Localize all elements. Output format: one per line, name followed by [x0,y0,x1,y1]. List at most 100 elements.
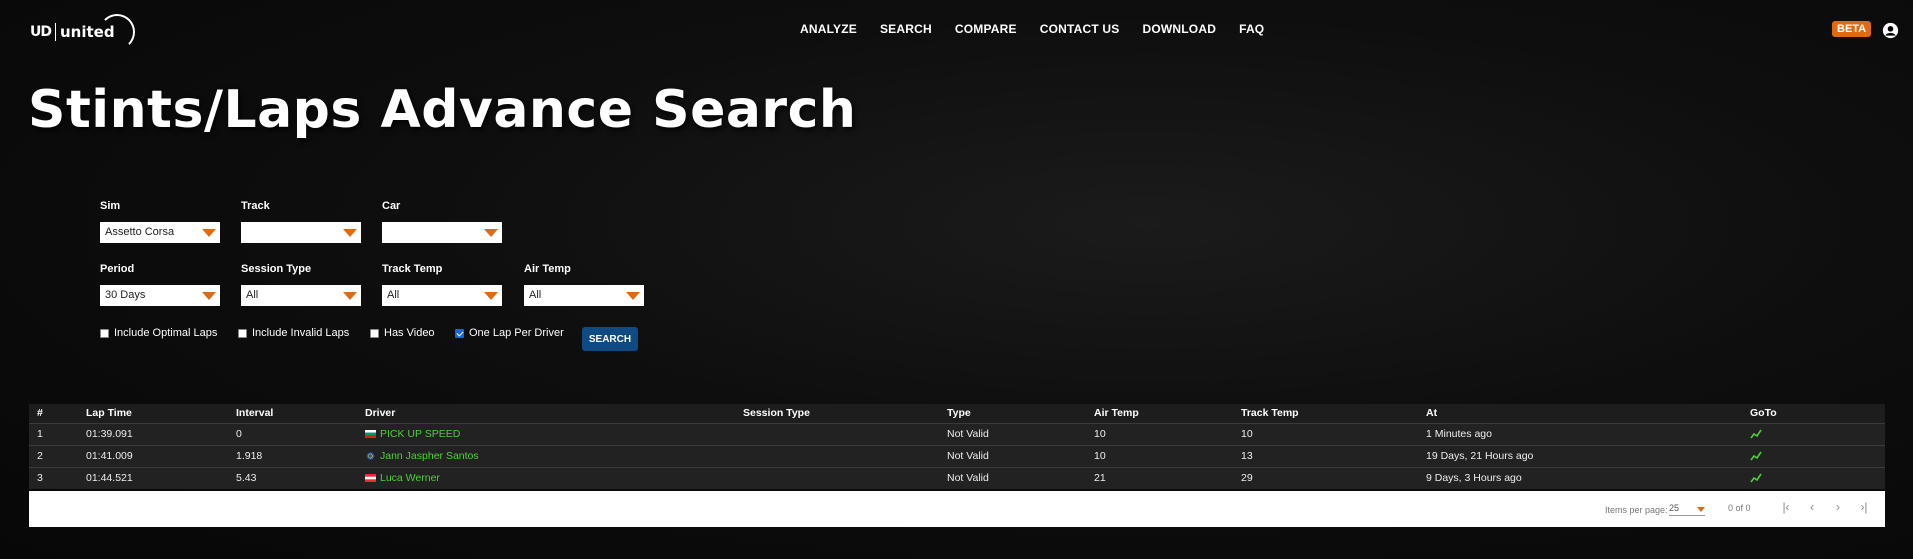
nav-compare[interactable]: COMPARE [955,22,1017,36]
nav-faq[interactable]: FAQ [1239,22,1264,36]
cell-goto[interactable] [1742,467,1885,489]
table-row[interactable]: 2 01:41.009 1.918 Jann Jaspher Santos No… [29,445,1885,467]
search-button[interactable]: SEARCH [582,327,638,351]
checkbox-box-checked[interactable] [455,328,464,338]
flag-bulgaria-icon [365,430,376,439]
col-header-num[interactable]: # [29,404,78,423]
include-optimal-laps-label: Include Optimal Laps [114,327,218,339]
session-type-select-value: All [246,289,259,301]
cell-at: 1 Minutes ago [1426,428,1492,440]
driver-name-link[interactable]: Luca Werner [380,472,440,484]
cell-lap-time: 01:39.091 [86,428,133,440]
filter-car-label: Car [382,200,401,212]
items-per-page-label: Items per page: [1605,505,1668,515]
col-header-interval[interactable]: Interval [228,404,357,423]
has-video-checkbox[interactable]: Has Video [370,327,435,339]
checkbox-box[interactable] [100,328,109,338]
paginator: Items per page: 25 0 of 0 |‹ ‹ › ›| [29,491,1885,527]
logo-swoosh-icon [98,14,135,50]
chevron-down-icon [343,229,357,237]
sim-select[interactable]: Assetto Corsa [100,222,220,243]
chevron-down-icon [202,229,216,237]
cell-interval: 0 [236,428,242,440]
chevron-down-icon [484,229,498,237]
previous-page-icon[interactable]: ‹ [1804,500,1820,516]
cell-track-temp: 13 [1241,450,1253,462]
flag-eu-icon [366,452,375,461]
nav-analyze[interactable]: ANALYZE [800,22,857,36]
next-page-icon[interactable]: › [1830,500,1846,516]
include-optimal-laps-checkbox[interactable]: Include Optimal Laps [100,327,217,339]
table-header-row: # Lap Time Interval Driver Session Type … [29,404,1885,423]
session-type-select[interactable]: All [241,285,361,306]
table-row[interactable]: 1 01:39.091 0 PICK UP SPEED Not Valid 10… [29,423,1885,445]
checkbox-box[interactable] [370,328,379,338]
cell-num: 2 [37,450,43,462]
cell-goto[interactable] [1742,445,1885,467]
filter-track: Track [241,200,361,243]
track-temp-select[interactable]: All [382,285,502,306]
one-lap-per-driver-checkbox[interactable]: One Lap Per Driver [455,327,564,339]
col-header-lap-time[interactable]: Lap Time [78,404,228,423]
chevron-down-icon [626,292,640,300]
col-header-session-type[interactable]: Session Type [735,404,939,423]
sim-select-value: Assetto Corsa [105,226,175,238]
cell-type: Not Valid [947,428,989,440]
trend-chart-icon[interactable] [1750,429,1762,439]
period-select-value: 30 Days [105,289,146,301]
last-page-icon[interactable]: ›| [1856,500,1872,516]
cell-at: 19 Days, 21 Hours ago [1426,450,1534,462]
include-invalid-laps-checkbox[interactable]: Include Invalid Laps [238,327,349,339]
cell-goto[interactable] [1742,423,1885,445]
filter-track-temp-label: Track Temp [382,263,443,275]
cell-at: 9 Days, 3 Hours ago [1426,472,1522,485]
cell-num: 3 [37,472,43,485]
user-account-icon[interactable] [1882,22,1899,39]
cell-driver[interactable]: Luca Werner [357,467,735,489]
cell-lap-time: 01:41.009 [86,450,133,462]
cell-num: 1 [37,428,43,440]
first-page-icon[interactable]: |‹ [1778,500,1794,516]
col-header-at[interactable]: At [1418,404,1742,423]
period-select[interactable]: 30 Days [100,285,220,306]
cell-driver[interactable]: Jann Jaspher Santos [357,445,735,467]
trend-chart-icon[interactable] [1750,451,1762,461]
filter-track-temp: Track Temp All [382,263,502,306]
site-logo[interactable]: UD united [30,12,135,52]
nav-contact-us[interactable]: CONTACT US [1040,22,1120,36]
nav-download[interactable]: DOWNLOAD [1142,22,1216,36]
col-header-track-temp[interactable]: Track Temp [1233,404,1418,423]
col-header-driver[interactable]: Driver [357,404,735,423]
track-temp-select-value: All [387,289,400,301]
filter-session-type-label: Session Type [241,263,312,275]
chevron-down-icon [202,292,216,300]
cell-interval: 1.918 [236,450,263,462]
main-nav: ANALYZE SEARCH COMPARE CONTACT US DOWNLO… [800,22,1264,36]
col-header-type[interactable]: Type [939,404,1086,423]
air-temp-select-value: All [529,289,542,301]
cell-driver[interactable]: PICK UP SPEED [357,423,735,445]
page-range-label: 0 of 0 [1728,503,1751,513]
cell-type: Not Valid [947,450,989,462]
checkbox-box[interactable] [238,328,247,338]
cell-lap-time: 01:44.521 [86,472,133,485]
col-header-air-temp[interactable]: Air Temp [1086,404,1233,423]
col-header-goto: GoTo [1750,407,1777,420]
trend-chart-icon[interactable] [1750,473,1762,483]
driver-name-link[interactable]: PICK UP SPEED [380,428,460,440]
cell-air-temp: 10 [1094,450,1106,462]
driver-name-link[interactable]: Jann Jaspher Santos [380,450,479,462]
air-temp-select[interactable]: All [524,285,644,306]
nav-search[interactable]: SEARCH [880,22,932,36]
chevron-down-icon [484,292,498,300]
chevron-down-icon [1697,507,1705,512]
cell-session-type [735,445,939,467]
include-invalid-laps-label: Include Invalid Laps [252,327,350,339]
has-video-label: Has Video [384,327,435,339]
cell-session-type [735,423,939,445]
track-select[interactable] [241,222,361,243]
table-row[interactable]: 3 01:44.521 5.43 Luca Werner Not Valid 2… [29,467,1885,489]
car-select[interactable] [382,222,502,243]
cell-interval: 5.43 [236,472,257,485]
items-per-page-select[interactable]: 25 [1669,501,1705,516]
